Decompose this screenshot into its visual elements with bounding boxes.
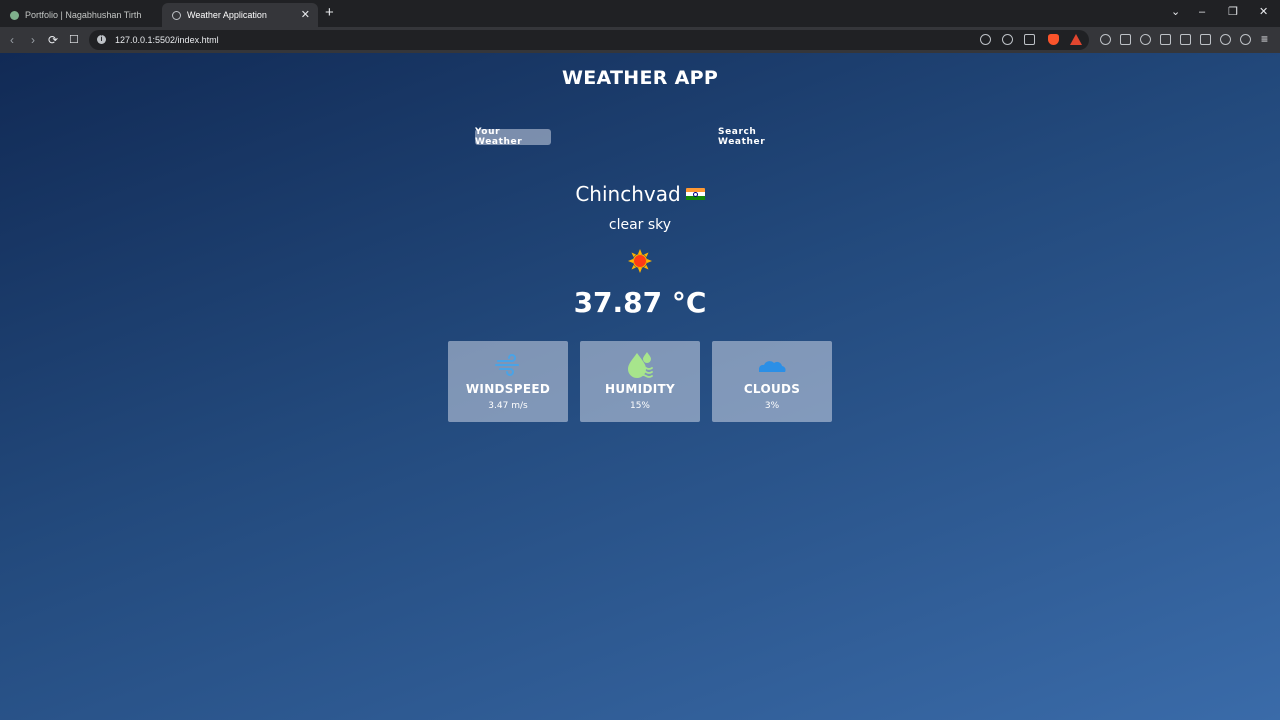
site-info-icon[interactable]: i	[97, 35, 106, 44]
india-flag-icon	[685, 187, 705, 201]
humidity-card: HUMIDITY 15%	[580, 341, 700, 422]
location-row: Chinchvad	[0, 182, 1280, 206]
extension-icon[interactable]	[1100, 34, 1111, 45]
wallet-icon[interactable]	[1200, 34, 1211, 45]
back-button[interactable]: ‹	[10, 31, 14, 49]
cloud-icon	[758, 361, 786, 372]
reload-button[interactable]: ⟳	[48, 31, 58, 49]
tab-your-weather[interactable]: Your Weather	[475, 127, 551, 147]
tab-title: Weather Application	[187, 10, 267, 20]
portfolio-favicon-icon	[10, 10, 19, 20]
card-title: HUMIDITY	[605, 382, 675, 396]
weather-app-page: WEATHER APP Your Weather Search Weather …	[0, 53, 1280, 720]
tab-weather-application[interactable]: Weather Application ✕	[162, 3, 318, 27]
zoom-icon[interactable]	[1002, 34, 1013, 45]
browser-toolbar: ‹ › ⟳ ☐ i 127.0.0.1:5502/index.html ≡	[0, 27, 1280, 53]
new-tab-button[interactable]: +	[325, 5, 334, 21]
extension-icon[interactable]	[1120, 34, 1131, 45]
weather-description: clear sky	[608, 217, 672, 233]
close-tab-icon[interactable]: ✕	[301, 8, 310, 22]
bookmark-button[interactable]: ☐	[69, 31, 79, 49]
brave-shields-icon[interactable]	[1048, 34, 1059, 45]
card-value: 3%	[764, 401, 780, 411]
menu-icon[interactable]: ≡	[1259, 33, 1270, 45]
sidebar-icon[interactable]	[1180, 34, 1191, 45]
windspeed-card: WINDSPEED 3.47 m/s	[448, 341, 568, 422]
puzzle-icon[interactable]	[1160, 34, 1171, 45]
card-title: WINDSPEED	[465, 382, 551, 396]
url-text[interactable]: 127.0.0.1:5502/index.html	[115, 34, 219, 46]
app-title: WEATHER APP	[561, 67, 719, 89]
card-value: 15%	[629, 401, 650, 411]
forward-button[interactable]: ›	[31, 31, 35, 49]
sun-icon	[628, 249, 652, 273]
tab-portfolio[interactable]: Portfolio | Nagabhushan Tirth	[0, 3, 160, 27]
globe-favicon-icon	[172, 10, 181, 20]
card-title: CLOUDS	[743, 382, 801, 396]
tab-search-weather[interactable]: Search Weather	[718, 127, 806, 147]
close-window-button[interactable]: ✕	[1259, 4, 1268, 20]
wind-icon	[495, 354, 519, 376]
react-devtools-icon[interactable]	[1140, 34, 1151, 45]
brave-rewards-icon[interactable]	[1070, 34, 1082, 45]
city-name: Chinchvad	[575, 182, 681, 206]
humidity-icon	[628, 352, 653, 378]
browser-tab-strip: Portfolio | Nagabhushan Tirth Weather Ap…	[0, 0, 1280, 27]
location-icon[interactable]	[980, 34, 991, 45]
address-bar[interactable]: i 127.0.0.1:5502/index.html	[89, 30, 1089, 50]
share-icon[interactable]	[1024, 34, 1035, 45]
restore-button[interactable]: ❐	[1228, 4, 1238, 20]
temperature-value: 37.87 °C	[573, 286, 707, 319]
tab-title: Portfolio | Nagabhushan Tirth	[25, 10, 142, 20]
card-value: 3.47 m/s	[488, 401, 528, 411]
clouds-card: CLOUDS 3%	[712, 341, 832, 422]
vpn-icon[interactable]	[1240, 34, 1251, 45]
tab-search-chevron-icon[interactable]: ⌄	[1171, 4, 1180, 20]
leo-icon[interactable]	[1220, 34, 1231, 45]
minimize-button[interactable]: –	[1199, 4, 1205, 20]
